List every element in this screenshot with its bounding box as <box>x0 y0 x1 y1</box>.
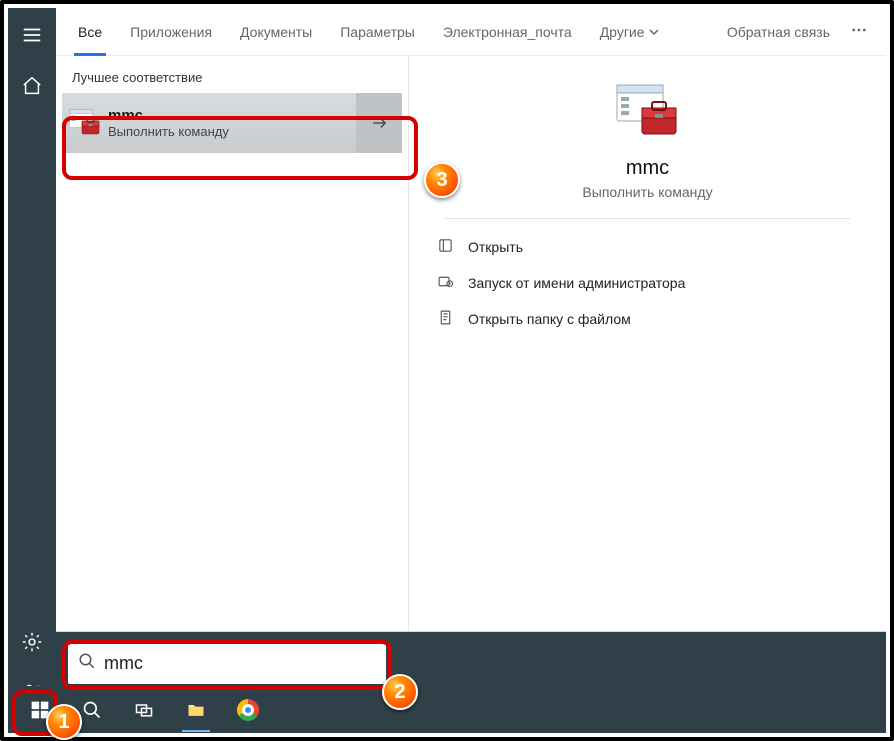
tab-apps[interactable]: Приложения <box>116 8 226 56</box>
action-open[interactable]: Открыть <box>437 229 685 265</box>
search-tabs: Все Приложения Документы Параметры Элект… <box>56 8 886 56</box>
detail-actions: Открыть Запуск от имени администратора О… <box>409 229 685 337</box>
detail-pane: mmc Выполнить команду Открыть Запу <box>408 56 886 631</box>
gear-icon[interactable] <box>21 631 43 658</box>
start-rail <box>8 8 56 733</box>
action-admin-label: Запуск от имени администратора <box>468 275 685 291</box>
detail-subtitle: Выполнить команду <box>582 184 712 200</box>
result-title: mmc <box>108 107 356 124</box>
folder-open-icon <box>437 309 454 329</box>
window-frame: Все Приложения Документы Параметры Элект… <box>0 0 894 741</box>
tab-more[interactable]: Другие <box>586 8 673 56</box>
result-expand[interactable] <box>356 93 402 153</box>
divider <box>445 218 850 219</box>
tab-settings[interactable]: Параметры <box>326 8 429 56</box>
file-explorer-icon[interactable] <box>176 690 216 730</box>
open-icon <box>437 237 454 257</box>
action-location-label: Открыть папку с файлом <box>468 311 631 327</box>
hamburger-icon[interactable] <box>21 24 43 51</box>
search-panel: Все Приложения Документы Параметры Элект… <box>56 8 886 632</box>
mmc-icon <box>62 109 108 137</box>
action-open-label: Открыть <box>468 239 523 255</box>
detail-icon <box>616 84 680 145</box>
admin-icon <box>437 273 454 293</box>
results-list: Лучшее соответствие <box>56 56 408 631</box>
chevron-down-icon <box>649 24 659 40</box>
result-subtitle: Выполнить команду <box>108 124 356 139</box>
search-icon <box>78 652 96 675</box>
start-button[interactable] <box>20 690 60 730</box>
taskbar <box>8 686 886 733</box>
result-mmc[interactable]: mmc Выполнить команду <box>62 93 402 153</box>
search-strip <box>56 632 886 694</box>
action-run-as-admin[interactable]: Запуск от имени администратора <box>437 265 685 301</box>
search-box[interactable] <box>68 642 386 684</box>
detail-title: mmc <box>626 157 669 180</box>
tab-all[interactable]: Все <box>64 8 116 56</box>
best-match-label: Лучшее соответствие <box>56 66 408 93</box>
overflow-menu-icon[interactable] <box>840 21 878 42</box>
search-input[interactable] <box>104 653 376 674</box>
tab-documents[interactable]: Документы <box>226 8 326 56</box>
feedback-link[interactable]: Обратная связь <box>717 24 840 40</box>
action-open-location[interactable]: Открыть папку с файлом <box>437 301 685 337</box>
home-icon[interactable] <box>21 75 43 102</box>
taskbar-search-icon[interactable] <box>72 690 112 730</box>
chrome-icon[interactable] <box>228 690 268 730</box>
tab-email[interactable]: Электронная_почта <box>429 8 586 56</box>
task-view-icon[interactable] <box>124 690 164 730</box>
